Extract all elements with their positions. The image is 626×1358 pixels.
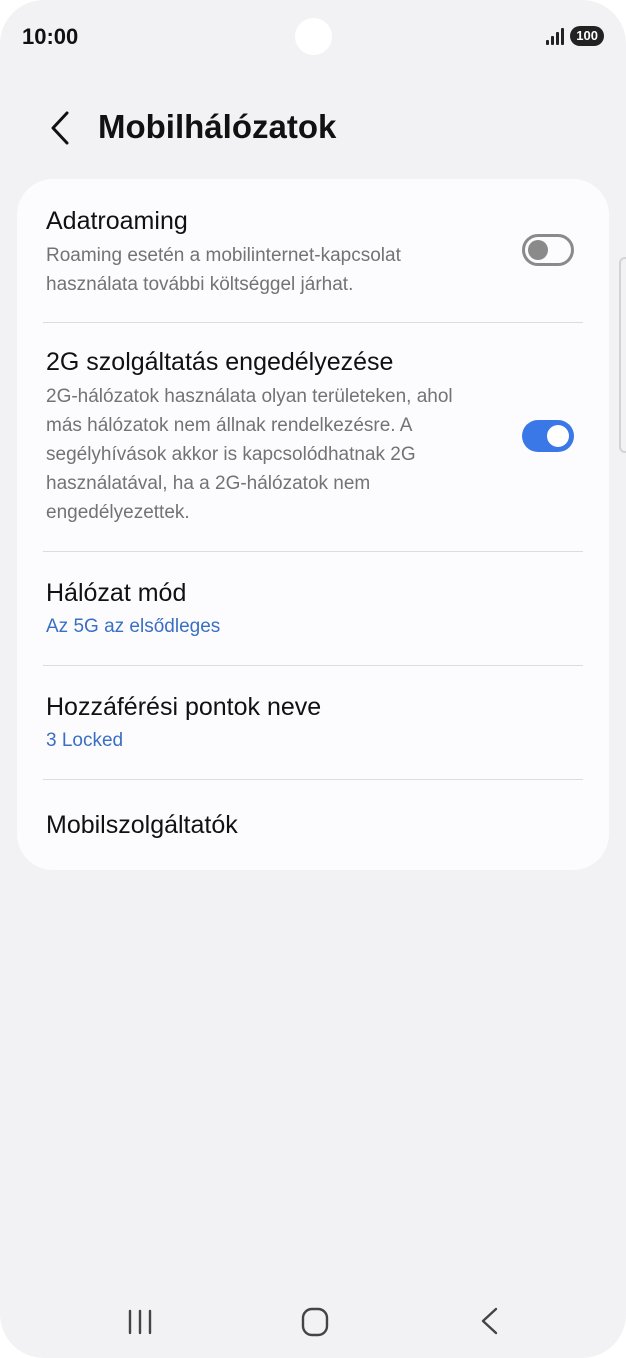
access-point-names-item[interactable]: Hozzáférési pontok neve 3 Locked [46, 691, 583, 755]
divider [43, 665, 583, 666]
recent-apps-button[interactable] [126, 1308, 154, 1341]
camera-cutout [295, 18, 332, 55]
phone-screen: 10:00 100 Mobilhálózatok Adatroaming Roa… [0, 0, 626, 1358]
access-point-names-title: Hozzáférési pontok neve [46, 693, 322, 721]
network-mode-value: Az 5G az elsődleges [46, 616, 221, 637]
allow-2g-toggle[interactable] [522, 420, 574, 452]
home-button[interactable] [301, 1307, 329, 1342]
chevron-left-icon [51, 111, 69, 145]
network-mode-item[interactable]: Hálózat mód Az 5G az elsődleges [46, 577, 583, 641]
divider [43, 551, 583, 552]
page-title: Mobilhálózatok [98, 108, 337, 145]
home-icon [301, 1307, 329, 1337]
toggle-knob [528, 240, 548, 260]
allow-2g-item[interactable]: 2G szolgáltatás engedélyezése 2G-hálózat… [46, 346, 489, 527]
back-button[interactable] [38, 104, 82, 152]
network-operators-title: Mobilszolgáltatók [46, 811, 238, 839]
status-time: 10:00 [22, 24, 79, 49]
back-icon [481, 1307, 498, 1335]
divider [43, 322, 583, 323]
battery-icon: 100 [570, 26, 604, 46]
data-roaming-item[interactable]: Adatroaming Roaming esetén a mobilintern… [46, 205, 489, 299]
status-icons: 100 [546, 26, 604, 46]
allow-2g-description: 2G-hálózatok használata olyan területeke… [46, 386, 453, 523]
recent-apps-icon [128, 1309, 152, 1335]
settings-card: Adatroaming Roaming esetén a mobilintern… [17, 179, 609, 870]
allow-2g-title: 2G szolgáltatás engedélyezése [46, 348, 394, 376]
data-roaming-title: Adatroaming [46, 207, 188, 235]
access-point-names-value: 3 Locked [46, 730, 124, 751]
back-nav-button[interactable] [478, 1306, 502, 1341]
network-mode-title: Hálózat mód [46, 579, 187, 607]
signal-icon [546, 27, 565, 45]
data-roaming-toggle[interactable] [522, 234, 574, 266]
network-operators-item[interactable]: Mobilszolgáltatók [46, 809, 583, 841]
edge-panel-handle[interactable] [619, 257, 626, 453]
divider [43, 779, 583, 780]
data-roaming-description: Roaming esetén a mobilinternet-kapcsolat… [46, 245, 401, 295]
toggle-knob [547, 425, 569, 447]
